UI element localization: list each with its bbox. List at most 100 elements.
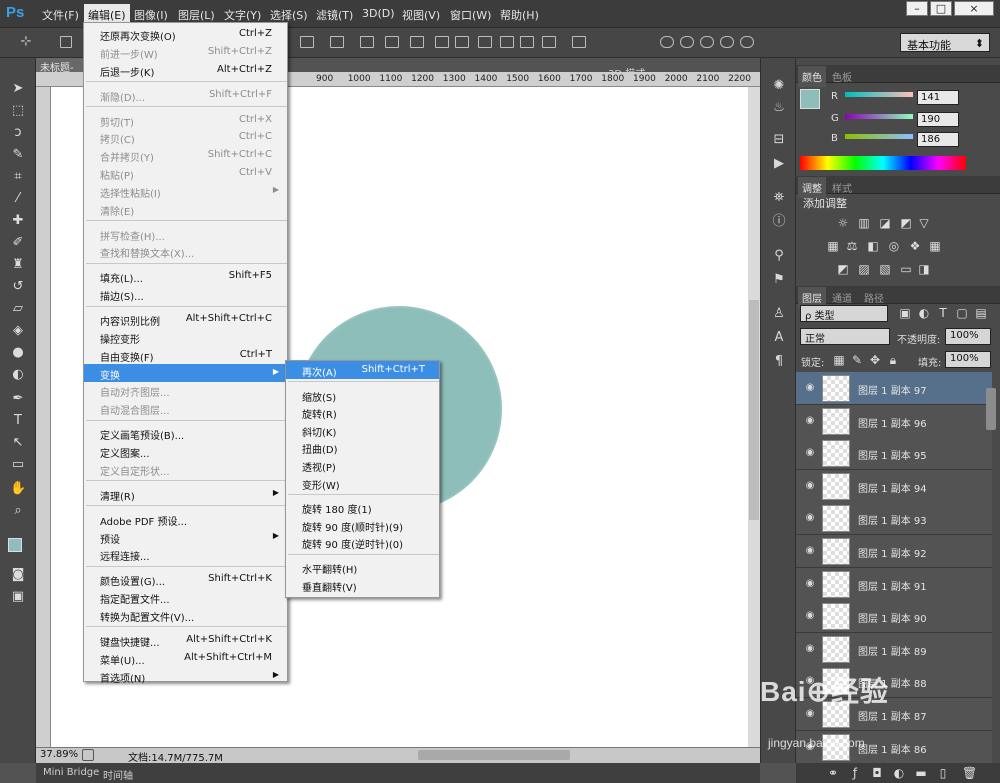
blur-tool-icon[interactable]: ●: [10, 346, 26, 360]
black-white-icon[interactable]: ◧: [866, 240, 880, 252]
screen-mode-icon[interactable]: ▣: [10, 590, 26, 604]
hand-tool-icon[interactable]: ✋: [10, 482, 26, 496]
menu-entry[interactable]: 变形(W): [286, 474, 439, 492]
menu-item[interactable]: 图层(L): [178, 7, 215, 23]
pen-tool-icon[interactable]: ✒: [10, 392, 26, 406]
layer-row[interactable]: ◉ 图层 1 副本 91: [796, 567, 992, 601]
auto-align-icon[interactable]: [572, 36, 586, 48]
new-layer-icon[interactable]: ▯: [936, 767, 950, 779]
3d-pan-icon[interactable]: [700, 36, 714, 48]
move-tool-icon[interactable]: ➤: [10, 82, 26, 96]
clone-source-icon[interactable]: ♙: [771, 306, 787, 322]
tab-swatches[interactable]: 色板: [828, 68, 856, 85]
menu-entry[interactable]: 定义图案...: [84, 442, 287, 460]
paragraph-panel-icon[interactable]: ¶: [771, 354, 787, 370]
menu-entry[interactable]: 定义自定形状...: [84, 460, 287, 478]
layer-name[interactable]: 图层 1 副本 96: [858, 415, 927, 430]
distribute-icon[interactable]: [500, 36, 514, 48]
foreground-color-swatch[interactable]: [8, 538, 22, 552]
dodge-tool-icon[interactable]: ◐: [10, 368, 26, 382]
menu-entry[interactable]: 颜色设置(G)... Shift+Ctrl+K: [84, 570, 287, 588]
horizontal-scroll-thumb[interactable]: [418, 750, 570, 760]
menu-entry[interactable]: 内容识别比例 Alt+Shift+Ctrl+C: [84, 310, 287, 328]
menu-entry[interactable]: 旋转 180 度(1): [286, 498, 439, 516]
layer-thumbnail[interactable]: [822, 472, 850, 500]
menu-entry[interactable]: 填充(L)... Shift+F5: [84, 267, 287, 285]
photo-filter-icon[interactable]: ◎: [887, 240, 901, 252]
menu-entry[interactable]: 选择性粘贴(I) ▶: [84, 182, 287, 200]
opacity-input[interactable]: 100%: [945, 328, 991, 345]
crop-tool-icon[interactable]: ⌗: [10, 170, 26, 184]
menu-entry[interactable]: 变换 ▶: [84, 363, 287, 382]
layer-row[interactable]: ◉ 图层 1 副本 90: [796, 600, 992, 634]
hue-saturation-icon[interactable]: ▦: [826, 240, 840, 252]
menu-entry[interactable]: 远程连接...: [84, 545, 287, 563]
3d-orbit-icon[interactable]: [660, 36, 674, 48]
align-icon[interactable]: [410, 36, 424, 48]
layer-thumbnail[interactable]: [822, 603, 850, 631]
eye-icon[interactable]: ◉: [804, 447, 816, 459]
quick-select-tool-icon[interactable]: ✎: [10, 148, 26, 162]
marquee-tool-icon[interactable]: ⬚: [10, 104, 26, 118]
filter-smart-icon[interactable]: ▤: [974, 307, 988, 319]
menu-item[interactable]: 窗口(W): [450, 7, 491, 23]
history-brush-tool-icon[interactable]: ↺: [10, 280, 26, 294]
menu-entry[interactable]: 自由变换(F) Ctrl+T: [84, 346, 287, 364]
color-balance-icon[interactable]: ⚖: [845, 240, 859, 252]
green-value-input[interactable]: 190: [917, 112, 959, 127]
selective-color-icon[interactable]: ◨: [917, 263, 931, 275]
posterize-icon[interactable]: ▨: [857, 263, 871, 275]
menu-entry[interactable]: 首选项(N) ▶: [84, 667, 287, 685]
document-info[interactable]: 文档:14.7M/775.7M: [128, 749, 223, 764]
layer-row[interactable]: ◉ 图层 1 副本 93: [796, 502, 992, 536]
menu-entry[interactable]: 描边(S)...: [84, 285, 287, 303]
menu-entry[interactable]: 指定配置文件...: [84, 588, 287, 606]
character-panel-icon[interactable]: A: [771, 330, 787, 346]
link-layers-icon[interactable]: ⚭: [826, 767, 840, 779]
filter-adjust-icon[interactable]: ◐: [917, 307, 931, 319]
layer-thumbnail[interactable]: [822, 570, 850, 598]
menu-entry[interactable]: 后退一步(K) Alt+Ctrl+Z: [84, 61, 287, 79]
3d-roll-icon[interactable]: [680, 36, 694, 48]
menu-item[interactable]: 文字(Y): [224, 7, 261, 23]
maximize-button[interactable]: □: [930, 1, 952, 16]
menu-entry[interactable]: 操控变形: [84, 328, 287, 346]
layer-row[interactable]: ◉ 图层 1 副本 95: [796, 437, 992, 471]
minimize-button[interactable]: –: [906, 1, 928, 16]
menu-entry[interactable]: 渐隐(D)... Shift+Ctrl+F: [84, 86, 287, 104]
menu-entry[interactable]: 合并拷贝(Y) Shift+Ctrl+C: [84, 146, 287, 164]
menu-item[interactable]: 视图(V): [402, 7, 440, 23]
clone-stamp-tool-icon[interactable]: ♜: [10, 258, 26, 272]
close-button[interactable]: ×: [954, 1, 994, 16]
vibrance-icon[interactable]: ▽: [917, 217, 931, 229]
menu-entry[interactable]: 自动混合图层...: [84, 399, 287, 417]
layer-name[interactable]: 图层 1 副本 87: [858, 708, 927, 723]
menu-entry[interactable]: 自动对齐图层...: [84, 381, 287, 399]
menu-entry[interactable]: 再次(A) Shift+Ctrl+T: [286, 361, 439, 379]
zoom-tool-icon[interactable]: ⌕: [10, 504, 26, 518]
layer-row[interactable]: ◉ 图层 1 副本 97: [796, 372, 992, 405]
filter-type-icon[interactable]: T: [936, 307, 950, 319]
layer-thumbnail[interactable]: [822, 538, 850, 565]
tab-timeline[interactable]: 时间轴: [98, 766, 138, 783]
eye-icon[interactable]: ◉: [804, 512, 816, 524]
document-tab[interactable]: 未标题-: [36, 58, 86, 74]
layer-name[interactable]: 图层 1 副本 93: [858, 512, 927, 527]
lock-all-icon[interactable]: 🔒︎: [886, 354, 900, 366]
channel-mixer-icon[interactable]: ❖: [908, 240, 922, 252]
curves-icon[interactable]: ◪: [878, 217, 892, 229]
invert-icon[interactable]: ◩: [836, 263, 850, 275]
menu-entry[interactable]: 旋转 90 度(顺时针)(9): [286, 516, 439, 534]
info-panel-icon[interactable]: ⛯: [771, 190, 787, 206]
path-select-tool-icon[interactable]: ↖: [10, 436, 26, 450]
red-slider[interactable]: [845, 92, 913, 97]
blue-value-input[interactable]: 186: [917, 132, 959, 147]
align-icon[interactable]: [330, 36, 344, 48]
distribute-icon[interactable]: [520, 36, 534, 48]
align-icon[interactable]: [385, 36, 399, 48]
actions-play-icon[interactable]: ▶: [771, 156, 787, 172]
color-lookup-icon[interactable]: ▦: [928, 240, 942, 252]
align-icon[interactable]: [360, 36, 374, 48]
delete-layer-icon[interactable]: 🗑︎: [962, 767, 977, 779]
menu-entry[interactable]: 水平翻转(H): [286, 558, 439, 576]
